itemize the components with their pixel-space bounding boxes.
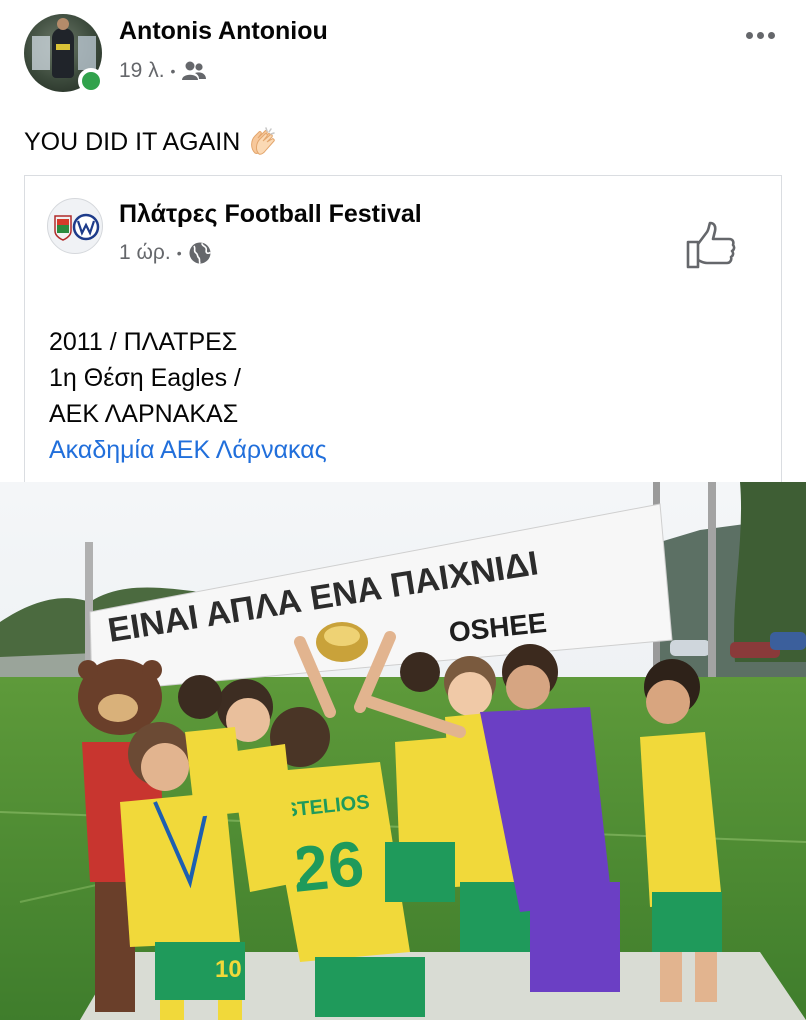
post-photo[interactable]: ΕΙΝΑΙ ΑΠΛΑ ΕΝΑ ΠΑΙΧΝΙΔΙ OSHEE 10 STELIOS…: [0, 482, 806, 1020]
jersey-number: 26: [289, 827, 367, 906]
avatar-background: [32, 36, 50, 70]
like-page-button[interactable]: [685, 220, 737, 272]
meta-separator: •: [176, 245, 182, 261]
page-mention-link[interactable]: Ακαδημία ΑΕΚ Λάρνακας: [49, 432, 327, 468]
shared-post-card[interactable]: Πλάτρες Football Festival 1 ώρ. • 2011 /…: [24, 175, 782, 484]
post-meta: 19 λ. •: [119, 59, 207, 83]
body-line: 1η Θέση Eagles /: [49, 364, 241, 392]
online-status-indicator: [78, 68, 104, 94]
meta-separator: •: [170, 63, 176, 79]
shared-post-body: 2011 / ΠΛΑΤΡΕΣ 1η Θέση Eagles / ΑΕΚ ΛΑΡΝ…: [49, 324, 327, 468]
clap-icon: [251, 127, 275, 155]
page-logo-icon: [54, 213, 100, 241]
post-header: Antonis Antoniou 19 λ. •: [24, 14, 784, 94]
more-options-button[interactable]: [740, 20, 780, 50]
avatar-person: [52, 18, 74, 78]
dot-icon: [767, 31, 775, 39]
dot-icon: [745, 31, 753, 39]
author-name[interactable]: Antonis Antoniou: [119, 17, 328, 46]
globe-icon[interactable]: [188, 241, 212, 265]
page-name[interactable]: Πλάτρες Football Festival: [119, 200, 422, 229]
post-message: YOU DID IT AGAIN: [24, 127, 241, 156]
shorts-number: 10: [215, 956, 242, 983]
post-text: YOU DID IT AGAIN: [24, 125, 280, 159]
friends-icon[interactable]: [181, 61, 207, 81]
body-line: 2011 / ΠΛΑΤΡΕΣ: [49, 328, 238, 356]
avatar-background: [78, 36, 96, 70]
post-time[interactable]: 19 λ.: [119, 59, 165, 83]
body-line: ΑΕΚ ΛΑΡΝΑΚΑΣ: [49, 400, 239, 428]
shared-post-time[interactable]: 1 ώρ.: [119, 241, 171, 265]
shared-post-meta: 1 ώρ. •: [119, 241, 212, 265]
dot-icon: [756, 31, 764, 39]
page-avatar[interactable]: [47, 198, 103, 254]
